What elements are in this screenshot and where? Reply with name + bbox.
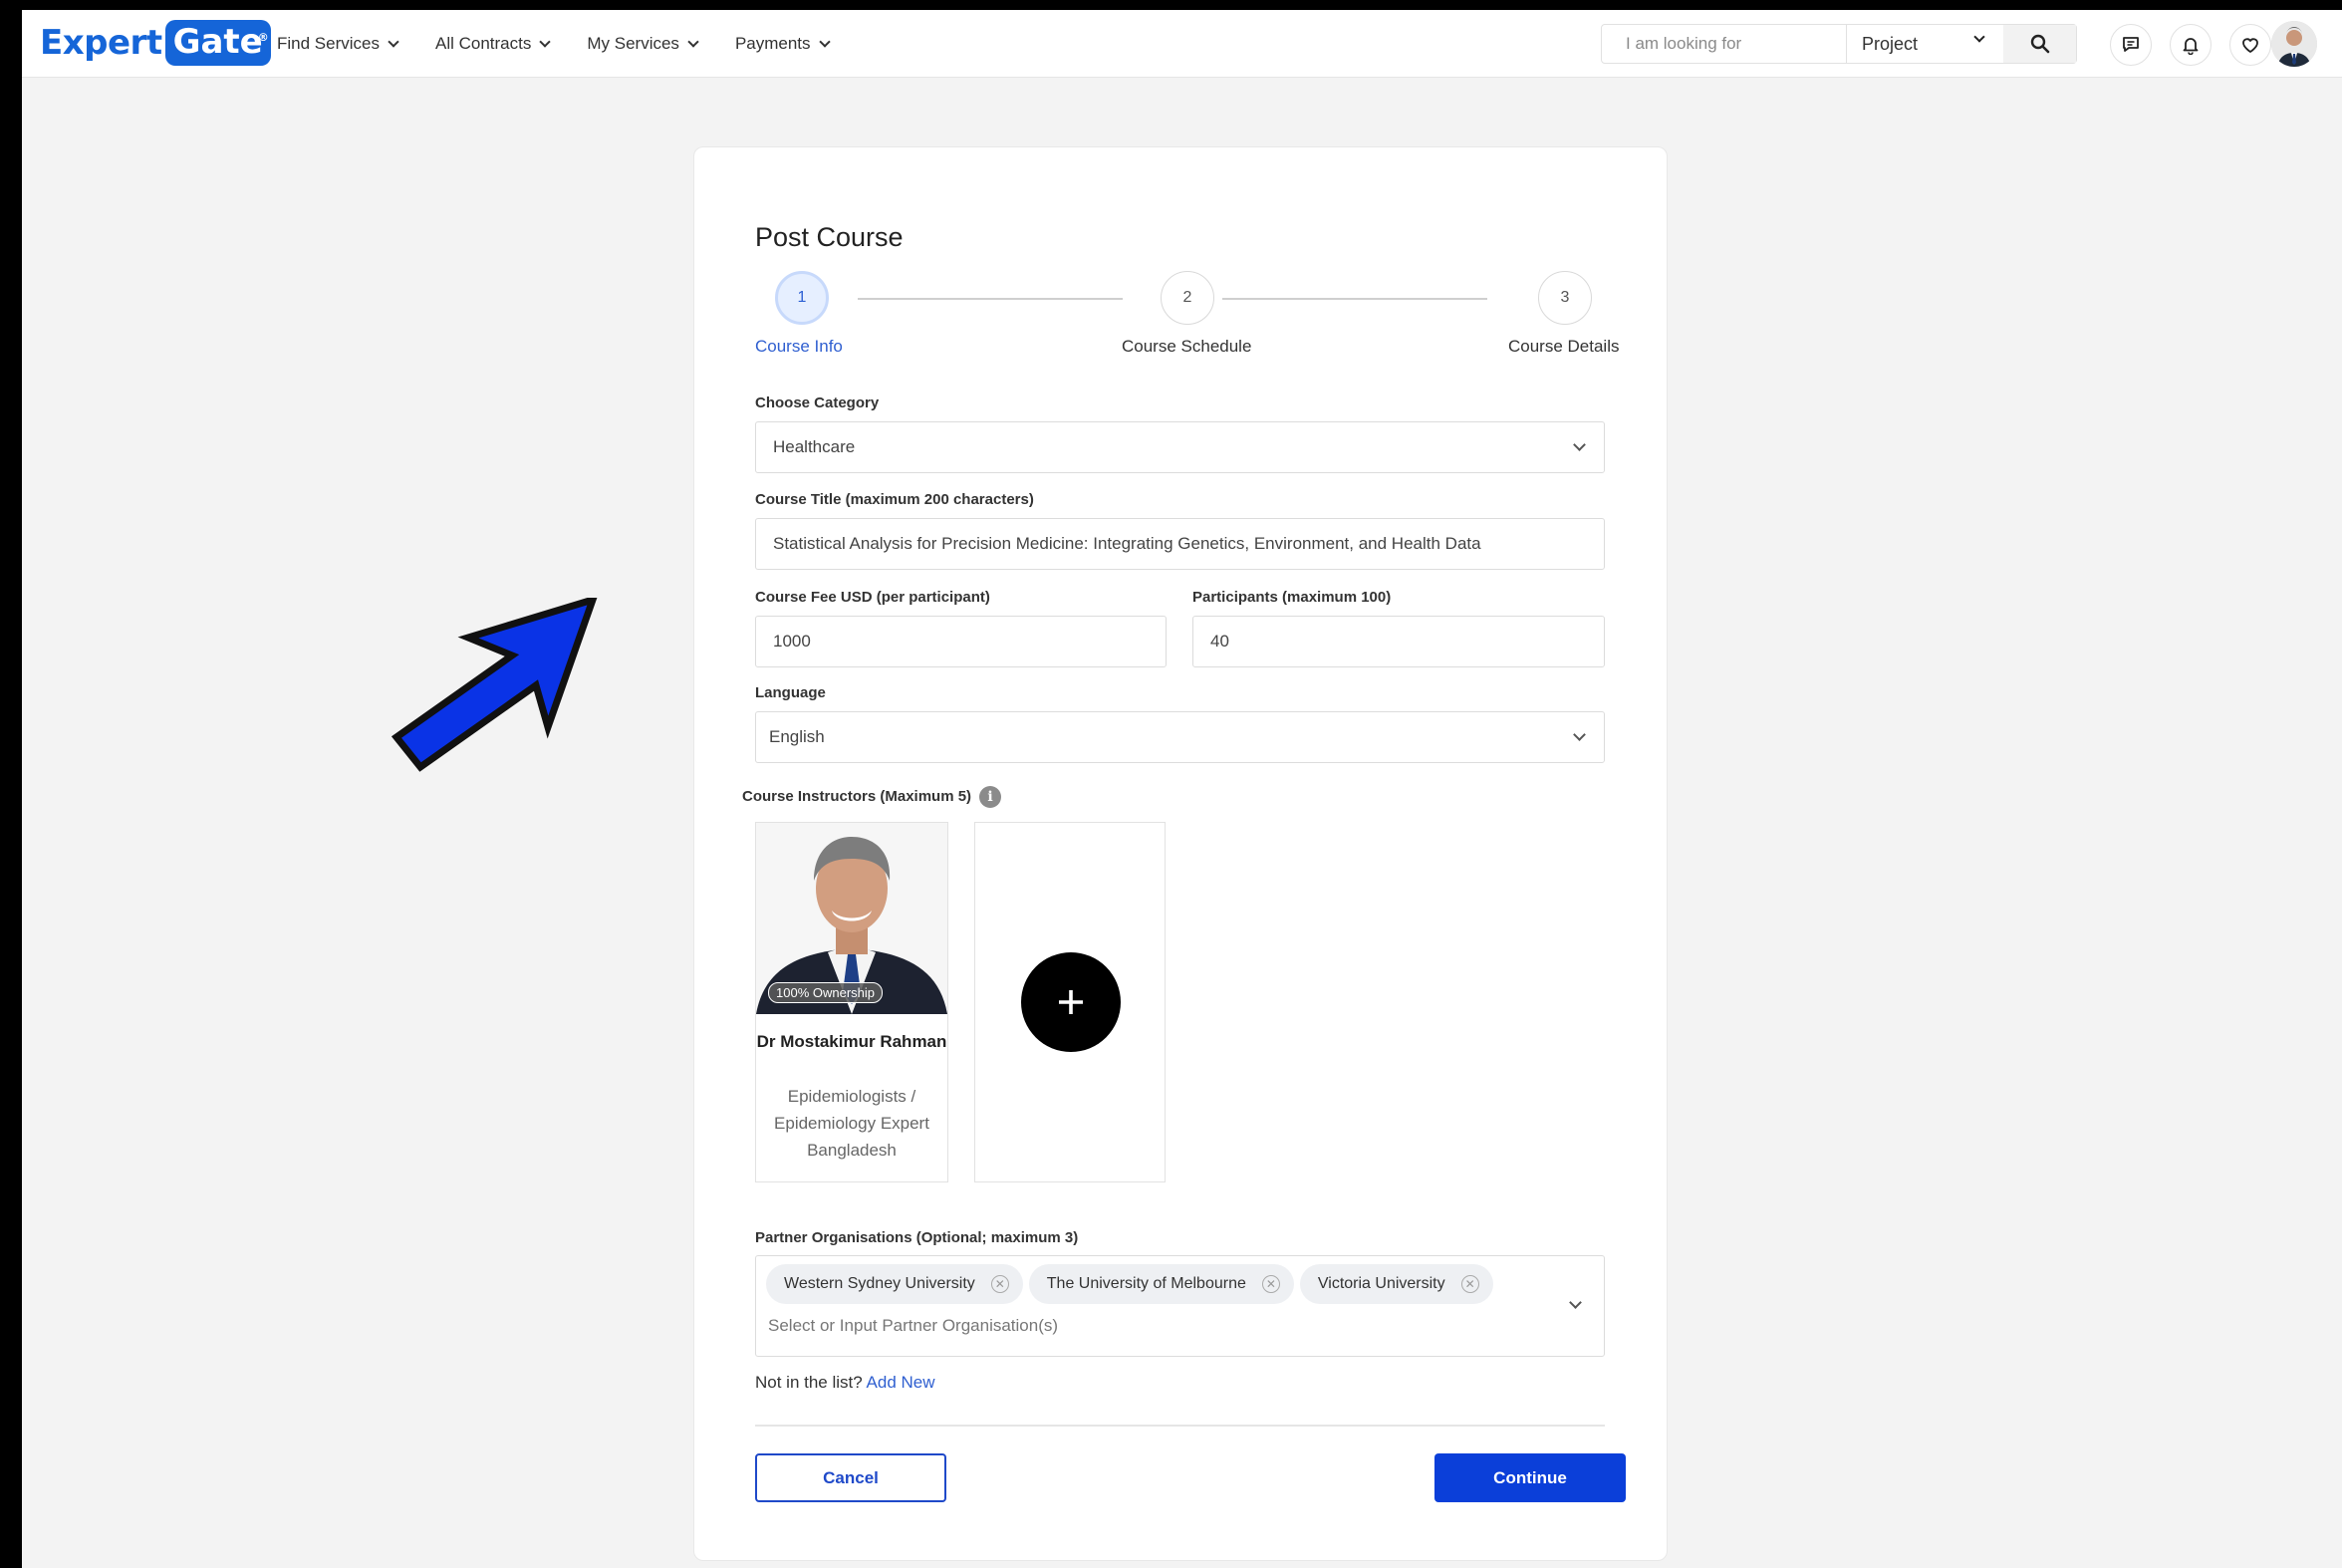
instructor-photo: 100% Ownership [756,823,947,1014]
search-icon [2030,34,2049,54]
logo-expert-text: Expert [40,23,162,63]
step-2-label: Course Schedule [1122,337,1252,356]
top-navbar: Expert Gate ® Find Services All Contracts… [22,10,2342,78]
partner-input-placeholder[interactable]: Select or Input Partner Organisation(s) [768,1316,1058,1336]
search-button[interactable] [2003,25,2076,63]
user-photo-icon [2271,21,2317,67]
message-icon [2123,37,2139,52]
instructor-card[interactable]: 100% Ownership Dr Mostakimur Rahman Epid… [755,822,948,1182]
step-connector [1222,298,1487,300]
add-instructor-button[interactable] [1021,952,1121,1052]
step-connector [858,298,1123,300]
add-new-link[interactable]: Add New [867,1373,935,1392]
chevron-down-icon [388,35,399,48]
instructor-role: Epidemiologists / Epidemiology Expert Ba… [756,1083,947,1164]
instructor-name: Dr Mostakimur Rahman [756,1032,947,1051]
favorites-button[interactable] [2229,24,2271,66]
page-title: Post Course [755,222,904,252]
search-input[interactable] [1602,25,1846,63]
messages-button[interactable] [2110,24,2152,66]
course-fee-input[interactable]: 1000 [755,616,1167,667]
language-label: Language [755,684,826,701]
ownership-badge: 100% Ownership [768,982,883,1003]
chevron-down-icon [1569,1296,1582,1309]
divider [755,1425,1605,1427]
step-3-indicator[interactable]: 3 [1538,271,1592,325]
menu-find-services[interactable]: Find Services [277,34,399,54]
step-1-indicator[interactable]: 1 [775,271,829,325]
partners-label: Partner Organisations (Optional; maximum… [755,1229,1079,1246]
post-course-form: Post Course 1 2 3 Course Info Course Sch… [693,146,1668,1561]
category-label: Choose Category [755,394,880,411]
not-in-list-text: Not in the list? Add New [755,1373,935,1392]
instructor-country: Bangladesh [807,1141,897,1160]
search-bar: Project [1601,24,2077,64]
plus-icon [1059,990,1083,1014]
partner-chips: Western Sydney University ✕ The Universit… [766,1264,1493,1304]
remove-chip-icon[interactable]: ✕ [1261,1275,1280,1293]
cancel-button[interactable]: Cancel [755,1453,946,1502]
bell-icon [2183,38,2199,55]
heart-icon [2242,38,2258,53]
main-menu: Find Services All Contracts My Services … [277,10,867,78]
menu-payments[interactable]: Payments [735,34,831,54]
profile-avatar[interactable] [2271,21,2317,67]
info-icon[interactable]: i [979,786,1002,808]
course-title-input[interactable]: Statistical Analysis for Precision Medic… [755,518,1605,570]
logo-gate-text: Gate ® [164,20,271,66]
chevron-down-icon [687,35,699,48]
expertgate-logo[interactable]: Expert Gate ® [40,17,271,69]
app-screen: Expert Gate ® Find Services All Contracts… [22,10,2342,1568]
course-fee-label: Course Fee USD (per participant) [755,589,990,606]
category-select[interactable]: Healthcare [755,421,1605,473]
chevron-down-icon [539,35,552,48]
participants-input[interactable]: 40 [1192,616,1605,667]
partner-chip: Western Sydney University ✕ [766,1264,1023,1304]
partner-organisations-select[interactable]: Western Sydney University ✕ The Universit… [755,1255,1605,1357]
add-instructor-card[interactable] [974,822,1166,1182]
search-scope-select[interactable]: Project [1846,25,2003,63]
partner-chip: Victoria University ✕ [1299,1264,1493,1304]
language-select[interactable]: English [755,711,1605,763]
instructors-label: Course Instructors (Maximum 5) i [742,786,1002,808]
continue-button[interactable]: Continue [1434,1453,1626,1502]
partner-chip: The University of Melbourne ✕ [1028,1264,1294,1304]
pointer-arrow-icon [390,598,598,772]
menu-all-contracts[interactable]: All Contracts [435,34,552,54]
step-1-label: Course Info [755,337,843,356]
chevron-down-icon [1973,31,1985,43]
step-3-label: Course Details [1508,337,1620,356]
chevron-down-icon [818,35,831,48]
course-title-label: Course Title (maximum 200 characters) [755,491,1034,508]
step-2-indicator[interactable]: 2 [1161,271,1214,325]
remove-chip-icon[interactable]: ✕ [990,1275,1009,1293]
chevron-down-icon [1573,438,1586,451]
menu-my-services[interactable]: My Services [587,34,699,54]
participants-label: Participants (maximum 100) [1192,589,1392,606]
chevron-down-icon [1573,728,1586,741]
remove-chip-icon[interactable]: ✕ [1460,1275,1479,1293]
notifications-button[interactable] [2170,24,2212,66]
